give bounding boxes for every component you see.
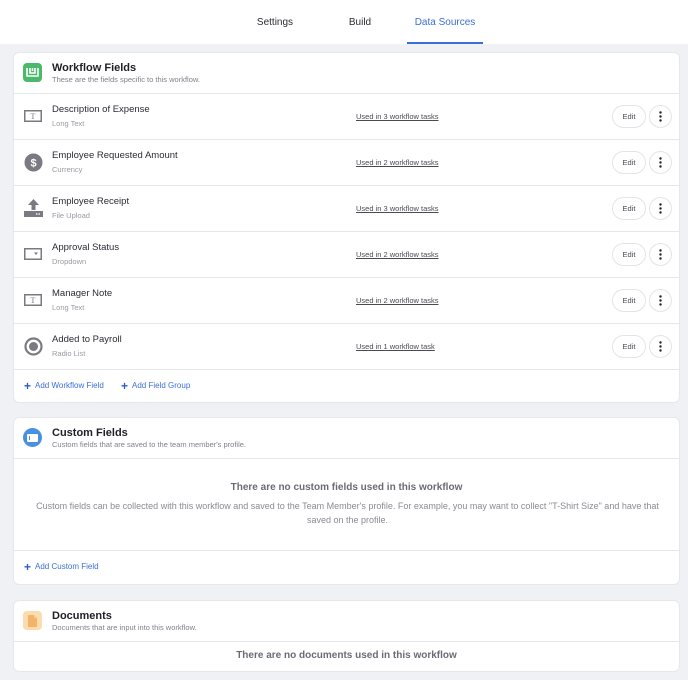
field-row: T Description of Expense Long Text Used … — [14, 94, 679, 140]
custom-field-icon — [23, 428, 42, 447]
field-type: Long Text — [52, 119, 85, 128]
usage-link[interactable]: Used in 2 workflow tasks — [356, 158, 439, 167]
divider — [14, 550, 679, 551]
field-type: Currency — [52, 165, 83, 174]
field-type: Dropdown — [52, 257, 87, 266]
empty-state-description: Custom fields can be collected with this… — [36, 501, 659, 525]
more-options-button[interactable] — [649, 197, 672, 220]
field-type: File Upload — [52, 211, 90, 220]
more-options-button[interactable] — [649, 151, 672, 174]
field-name: Employee Receipt — [52, 196, 130, 207]
empty-state-title: There are no documents used in this work… — [236, 650, 457, 661]
plus-icon: + — [24, 378, 32, 393]
add-workflow-field-label: Add Workflow Field — [35, 381, 104, 390]
usage-link[interactable]: Used in 3 workflow tasks — [356, 112, 439, 121]
usage-link[interactable]: Used in 2 workflow tasks — [356, 296, 439, 305]
kebab-icon — [659, 111, 662, 122]
more-options-button[interactable] — [649, 243, 672, 266]
tab-build[interactable]: Build — [336, 0, 384, 44]
add-custom-field-button[interactable]: + Add Custom Field — [24, 559, 99, 574]
workflow-fields-header: Workflow Fields These are the fields spe… — [14, 53, 679, 94]
plus-icon: + — [121, 378, 129, 393]
field-name: Employee Requested Amount — [52, 150, 178, 161]
workflow-icon — [23, 63, 42, 82]
document-icon — [23, 611, 42, 630]
currency-icon: $ — [23, 152, 43, 172]
field-name: Added to Payroll — [52, 334, 122, 345]
svg-text:T: T — [31, 296, 36, 305]
more-options-button[interactable] — [649, 335, 672, 358]
kebab-icon — [659, 203, 662, 214]
section-subtitle: Documents that are input into this workf… — [52, 623, 197, 632]
field-name: Description of Expense — [52, 104, 150, 115]
field-name: Approval Status — [52, 242, 120, 253]
plus-icon: + — [24, 559, 32, 574]
documents-card: Documents Documents that are input into … — [13, 600, 680, 672]
section-title: Documents — [52, 610, 112, 622]
dropdown-icon — [23, 244, 43, 264]
kebab-icon — [659, 249, 662, 260]
radio-list-icon — [23, 336, 43, 356]
edit-button[interactable]: Edit — [612, 197, 646, 220]
add-field-group-label: Add Field Group — [132, 381, 191, 390]
field-row: Approval Status Dropdown Used in 2 workf… — [14, 232, 679, 278]
long-text-icon: T — [23, 290, 43, 310]
edit-button[interactable]: Edit — [612, 105, 646, 128]
workflow-fields-card: Workflow Fields These are the fields spe… — [13, 52, 680, 403]
field-row: T Manager Note Long Text Used in 2 workf… — [14, 278, 679, 324]
top-nav: Settings Build Data Sources — [0, 0, 688, 44]
kebab-icon — [659, 157, 662, 168]
field-name: Manager Note — [52, 288, 113, 299]
section-title: Custom Fields — [52, 427, 128, 439]
add-custom-field-label: Add Custom Field — [35, 562, 99, 571]
tab-data-sources[interactable]: Data Sources — [407, 0, 483, 44]
edit-button[interactable]: Edit — [612, 289, 646, 312]
documents-header: Documents Documents that are input into … — [14, 601, 679, 642]
kebab-icon — [659, 295, 662, 306]
tab-settings[interactable]: Settings — [244, 0, 306, 44]
add-workflow-field-button[interactable]: + Add Workflow Field — [24, 378, 104, 393]
field-row: Employee Receipt File Upload Used in 3 w… — [14, 186, 679, 232]
svg-text:$: $ — [30, 157, 36, 169]
svg-text:T: T — [31, 112, 36, 121]
section-subtitle: Custom fields that are saved to the team… — [52, 440, 247, 449]
kebab-icon — [659, 341, 662, 352]
usage-link[interactable]: Used in 1 workflow task — [356, 342, 435, 351]
edit-button[interactable]: Edit — [612, 151, 646, 174]
empty-state-title: There are no custom fields used in this … — [230, 482, 463, 493]
custom-fields-header: Custom Fields Custom fields that are sav… — [14, 418, 679, 459]
field-type: Long Text — [52, 303, 85, 312]
usage-link[interactable]: Used in 3 workflow tasks — [356, 204, 439, 213]
field-row: Added to Payroll Radio List Used in 1 wo… — [14, 324, 679, 370]
custom-fields-card: Custom Fields Custom fields that are sav… — [13, 417, 680, 585]
section-title: Workflow Fields — [52, 62, 137, 74]
section-subtitle: These are the fields specific to this wo… — [52, 75, 200, 84]
long-text-icon: T — [23, 106, 43, 126]
usage-link[interactable]: Used in 2 workflow tasks — [356, 250, 439, 259]
file-upload-icon — [23, 198, 43, 218]
more-options-button[interactable] — [649, 289, 672, 312]
field-row: $ Employee Requested Amount Currency Use… — [14, 140, 679, 186]
edit-button[interactable]: Edit — [612, 243, 646, 266]
add-field-group-button[interactable]: + Add Field Group — [121, 378, 191, 393]
more-options-button[interactable] — [649, 105, 672, 128]
edit-button[interactable]: Edit — [612, 335, 646, 358]
field-type: Radio List — [52, 349, 86, 358]
